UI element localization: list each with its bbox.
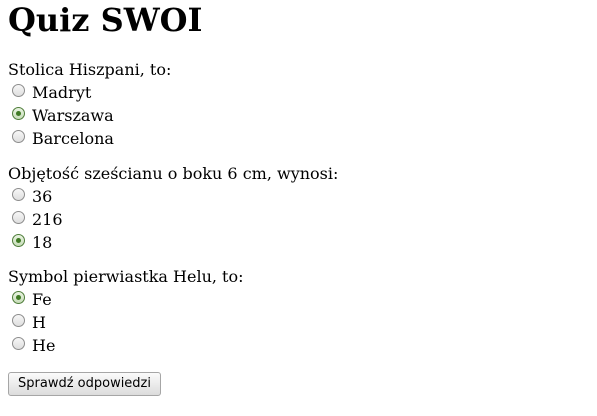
option-label: 36 (32, 187, 53, 206)
option-18[interactable]: 18 (8, 231, 588, 254)
question-text: Objętość sześcianu o boku 6 cm, wynosi: (8, 164, 339, 183)
radio-button[interactable] (12, 130, 25, 143)
option-label: H (32, 313, 46, 332)
radio-button[interactable] (12, 234, 25, 247)
radio-button[interactable] (12, 84, 25, 97)
option-warszawa[interactable]: Warszawa (8, 104, 588, 127)
option-barcelona[interactable]: Barcelona (8, 127, 588, 150)
option-madryt[interactable]: Madryt (8, 81, 588, 104)
option-fe[interactable]: Fe (8, 288, 588, 311)
question-1: Stolica Hiszpani, to: Madryt Warszawa Ba… (8, 58, 588, 150)
option-216[interactable]: 216 (8, 208, 588, 231)
option-label: Madryt (32, 83, 92, 102)
radio-button[interactable] (12, 291, 25, 304)
page-title: Quiz SWOI (8, 1, 203, 39)
radio-button[interactable] (12, 337, 25, 350)
option-label: 18 (32, 233, 53, 252)
option-label: 216 (32, 210, 63, 229)
check-answers-button[interactable]: Sprawdź odpowiedzi (8, 372, 161, 396)
question-text: Symbol pierwiastka Helu, to: (8, 267, 244, 286)
radio-button[interactable] (12, 188, 25, 201)
question-text: Stolica Hiszpani, to: (8, 60, 172, 79)
option-36[interactable]: 36 (8, 185, 588, 208)
option-label: He (32, 336, 56, 355)
option-h[interactable]: H (8, 311, 588, 334)
option-label: Fe (32, 290, 52, 309)
option-he[interactable]: He (8, 334, 588, 357)
radio-button[interactable] (12, 107, 25, 120)
option-label: Barcelona (32, 129, 114, 148)
question-3: Symbol pierwiastka Helu, to: Fe H He (8, 265, 588, 357)
radio-button[interactable] (12, 211, 25, 224)
option-label: Warszawa (32, 106, 114, 125)
radio-button[interactable] (12, 314, 25, 327)
question-2: Objętość sześcianu o boku 6 cm, wynosi: … (8, 162, 588, 254)
